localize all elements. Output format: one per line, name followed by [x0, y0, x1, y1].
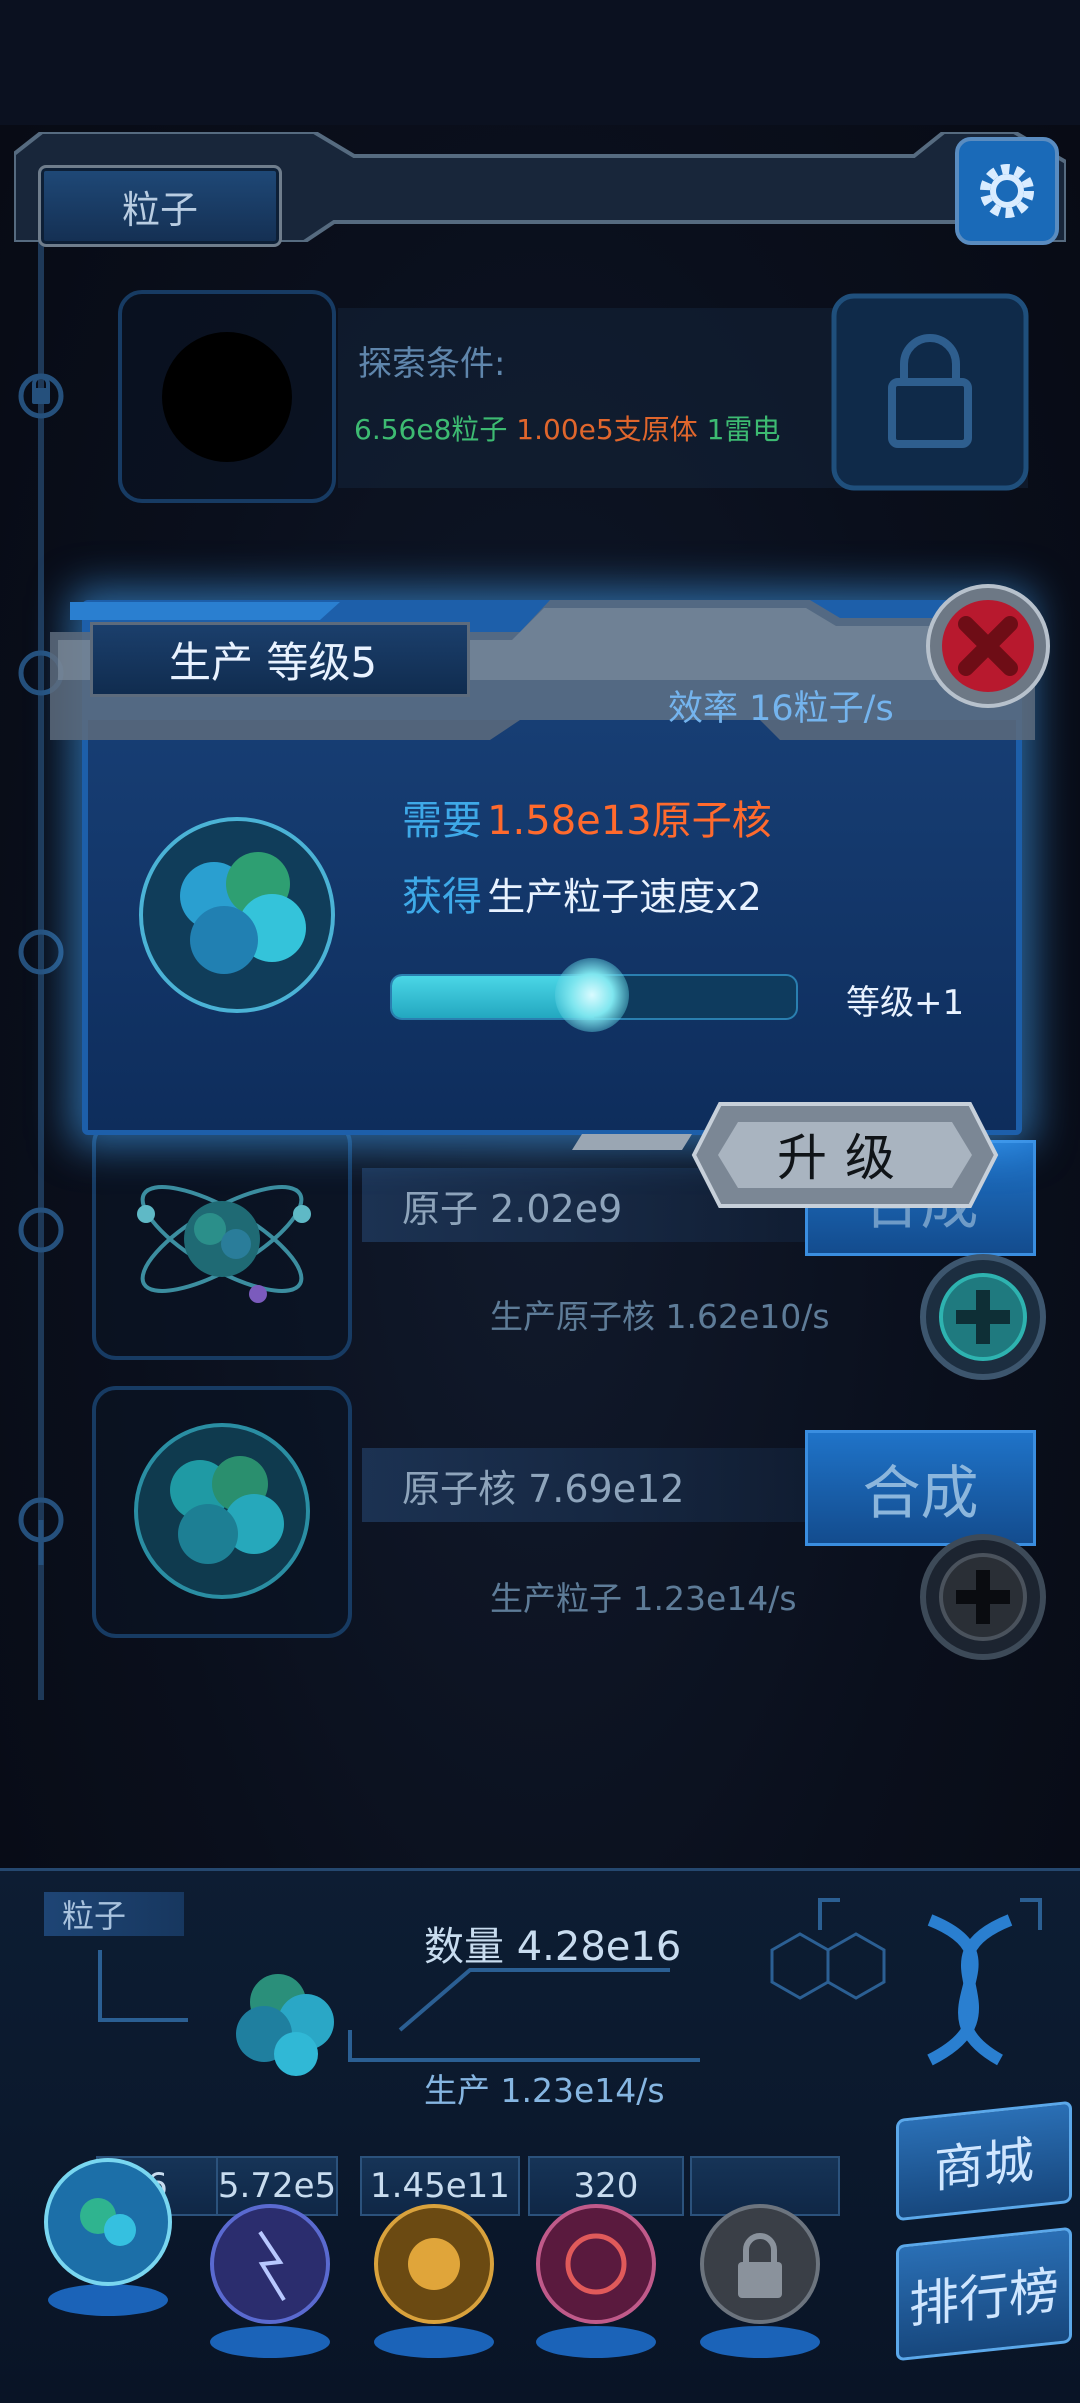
black-hole-icon [162, 332, 292, 462]
nucleus-merge-button[interactable]: 合成 [805, 1430, 1036, 1546]
thunder-orb-icon[interactable] [200, 2192, 340, 2362]
ranking-button[interactable]: 排行榜 [896, 2226, 1072, 2362]
cond-thunder: 1雷电 [706, 413, 781, 446]
particle-orb-icon[interactable] [38, 2150, 178, 2320]
explore-label: 探索条件: [358, 344, 506, 384]
locked-orb-icon[interactable] [690, 2192, 830, 2362]
requirement-line: 需要 1.58e13原子核 [402, 788, 772, 846]
progress-knob [555, 958, 629, 1032]
dna-icon [770, 1898, 1042, 2066]
status-bar-area [0, 0, 1080, 125]
brain-orb-icon[interactable] [526, 2192, 666, 2362]
gain-line: 获得 生产粒子速度x2 [402, 864, 762, 922]
nebula-orb-icon[interactable] [364, 2192, 504, 2362]
resource-count: 数量 4.28e16 [424, 1924, 682, 1970]
cond-mycoplasma: 1.00e5支原体 [516, 413, 698, 446]
nucleus-production: 生产粒子 1.23e14/s [490, 1579, 797, 1618]
lock-icon [831, 293, 1029, 491]
nucleus-reward-icon [139, 817, 335, 1013]
settings-gear-icon[interactable] [954, 136, 1060, 246]
page-title: 粒子 [38, 165, 282, 247]
nucleus-icon [134, 1423, 310, 1599]
need-label: 需要 [402, 798, 482, 844]
shop-button[interactable]: 商城 [896, 2100, 1072, 2222]
particle-icon [236, 1974, 334, 2076]
gain-label: 获得 [402, 874, 482, 920]
dialog-title: 生产 等级5 [90, 622, 470, 697]
level-plus-text: 等级+1 [846, 983, 965, 1023]
efficiency-text: 效率 16粒子/s [668, 689, 894, 729]
atom-icon [137, 1185, 311, 1303]
nucleus-plus-icon[interactable] [918, 1532, 1048, 1662]
locked-item-icon-frame [118, 290, 336, 503]
gain-value: 生产粒子速度x2 [487, 875, 762, 919]
close-icon[interactable] [924, 582, 1052, 710]
nucleus-count: 原子核 7.69e12 [362, 1448, 832, 1522]
cond-particle: 6.56e8粒子 [354, 413, 508, 446]
atom-plus-icon[interactable] [918, 1252, 1048, 1382]
atom-production: 生产原子核 1.62e10/s [490, 1297, 830, 1336]
upgrade-button-deco [572, 1130, 702, 1154]
explore-conditions: 6.56e8粒子 1.00e5支原体 1雷电 [354, 408, 780, 448]
nucleus-icon-frame [92, 1386, 352, 1638]
need-value: 1.58e13原子核 [487, 798, 772, 844]
resource-production: 生产 1.23e14/s [424, 2071, 665, 2110]
upgrade-button-label: 升级 [777, 1129, 913, 1187]
atom-icon-frame [92, 1120, 352, 1360]
timeline-nodes [18, 373, 64, 1565]
